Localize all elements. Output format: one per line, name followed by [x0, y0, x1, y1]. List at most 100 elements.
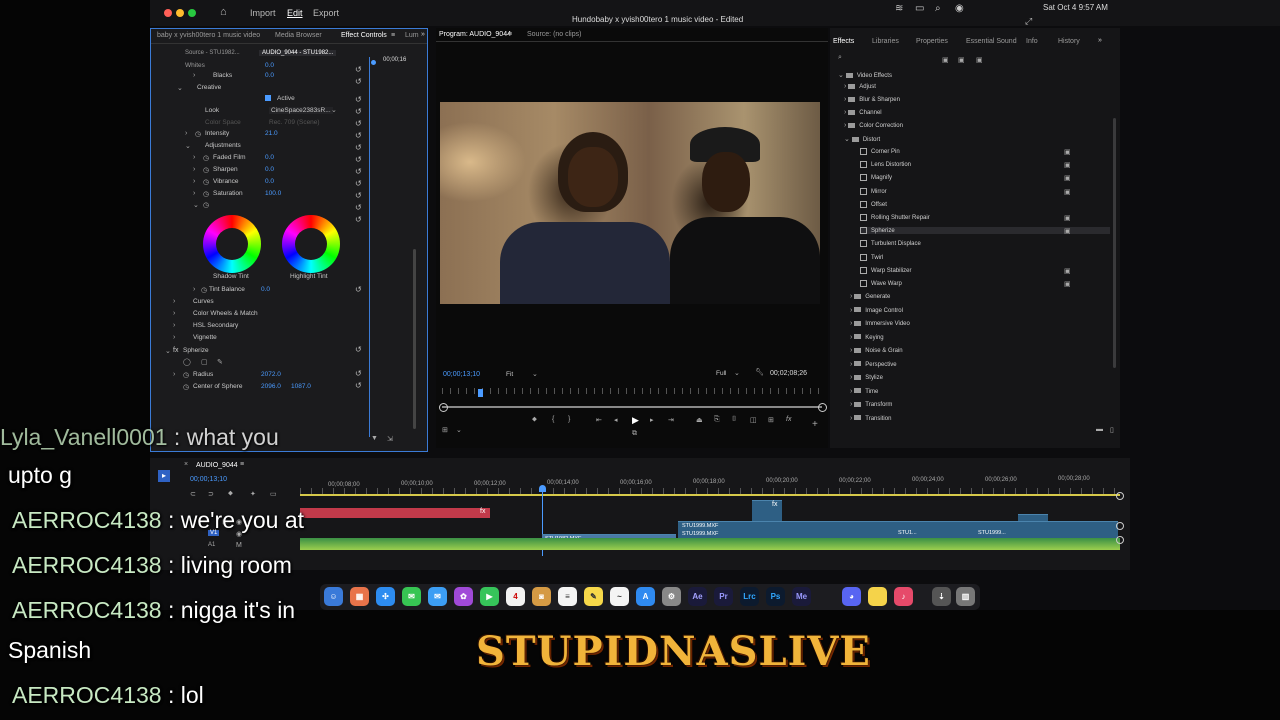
- stopwatch-icon[interactable]: ◷: [203, 178, 209, 186]
- folder-immersive-video[interactable]: › Immersive Video: [850, 320, 910, 327]
- battery-icon[interactable]: ▭: [915, 3, 924, 14]
- settings-icon[interactable]: ⊞: [442, 426, 448, 434]
- launchpad-icon[interactable]: ▦: [350, 587, 369, 606]
- expand-icon[interactable]: ›: [193, 72, 195, 79]
- step-back-icon[interactable]: ◂: [614, 416, 618, 424]
- shadow-tint-wheel[interactable]: [203, 215, 261, 273]
- zoom-scrollbar[interactable]: [442, 406, 822, 408]
- reset-icon[interactable]: ↺: [355, 167, 362, 176]
- center-y-value[interactable]: 1087.0: [291, 383, 311, 390]
- effect-mirror[interactable]: Mirror ▣: [860, 187, 1110, 196]
- section-curves[interactable]: Curves: [193, 298, 214, 305]
- panel-menu-icon[interactable]: ≡: [508, 31, 512, 38]
- timeline-scroll-handle[interactable]: [1116, 492, 1124, 500]
- go-to-out-icon[interactable]: ⇥: [668, 416, 674, 424]
- wifi-icon[interactable]: ≋: [895, 3, 903, 14]
- tab-properties[interactable]: Properties: [916, 38, 948, 45]
- reset-icon[interactable]: ↺: [355, 131, 362, 140]
- downloads-icon[interactable]: ⇣: [932, 587, 951, 606]
- menu-import[interactable]: Import: [250, 8, 276, 18]
- folder-keying[interactable]: › Keying: [850, 334, 884, 341]
- reset-icon[interactable]: ↺: [355, 65, 362, 74]
- section-creative[interactable]: Creative: [197, 84, 221, 91]
- active-checkbox[interactable]: [265, 95, 271, 101]
- effect-corner-pin[interactable]: Corner Pin ▣: [860, 148, 1110, 156]
- section-vignette[interactable]: Vignette: [193, 334, 217, 341]
- spherize-label[interactable]: Spherize: [183, 347, 209, 354]
- quality-chevron-icon[interactable]: ⌄: [734, 369, 740, 377]
- tab-program[interactable]: Program: AUDIO_9044: [439, 31, 511, 38]
- accelerated-effects-icon[interactable]: ▣: [942, 56, 949, 64]
- center-x-value[interactable]: 2096.0: [261, 383, 281, 390]
- folder-adjust[interactable]: › Adjust: [844, 83, 876, 90]
- settings-chevron-icon[interactable]: ⌄: [456, 426, 462, 434]
- tab-effect-controls[interactable]: Effect Controls: [341, 32, 387, 39]
- more-tabs-icon[interactable]: »: [421, 31, 425, 38]
- radius-value[interactable]: 2072.0: [261, 371, 281, 378]
- folder-blur-sharpen[interactable]: › Blur & Sharpen: [844, 96, 900, 103]
- folder-perspective[interactable]: › Perspective: [850, 361, 897, 368]
- folder-distort[interactable]: ⌄ Distort: [844, 135, 880, 143]
- playhead[interactable]: [478, 389, 483, 397]
- stopwatch-icon[interactable]: ◷: [183, 383, 189, 391]
- 32bit-effects-icon[interactable]: ▣: [958, 56, 965, 64]
- folder-channel[interactable]: › Channel: [844, 109, 882, 116]
- stopwatch-icon[interactable]: ◷: [203, 190, 209, 198]
- media-encoder-icon[interactable]: Me: [792, 587, 811, 606]
- fit-chevron-icon[interactable]: ⌄: [532, 370, 538, 378]
- folder-video-effects[interactable]: ⌄ Video Effects: [838, 71, 892, 79]
- highlight-tint-wheel[interactable]: [282, 215, 340, 273]
- effect-lens-distortion[interactable]: Lens Distortion ▣: [860, 161, 1110, 169]
- time-ruler[interactable]: [442, 388, 822, 394]
- search-icon[interactable]: ⌕: [935, 3, 941, 14]
- effect-wave-warp[interactable]: Wave Warp ▣: [860, 280, 1110, 288]
- tab-source[interactable]: Source: (no clips): [527, 31, 581, 38]
- reset-icon[interactable]: ↺: [355, 95, 362, 104]
- expand-icon[interactable]: ›: [193, 178, 195, 185]
- yuv-effects-icon[interactable]: ▣: [976, 56, 983, 64]
- source-label[interactable]: Source - STU1982...: [185, 50, 240, 56]
- expand-icon[interactable]: ›: [185, 130, 187, 137]
- tab-lumetri[interactable]: Lum: [405, 32, 419, 39]
- pen-mask-icon[interactable]: ✎: [217, 358, 223, 366]
- reset-icon[interactable]: ↺: [355, 77, 362, 86]
- faded-film-value[interactable]: 0.0: [265, 154, 274, 161]
- captions-icon[interactable]: ▭: [270, 490, 277, 498]
- premiere-pro-icon[interactable]: Pr: [714, 587, 733, 606]
- after-effects-icon[interactable]: Ae: [688, 587, 707, 606]
- contacts-icon[interactable]: ◙: [532, 587, 551, 606]
- minimize-window-icon[interactable]: [176, 9, 184, 17]
- discord-icon[interactable]: ◕: [842, 587, 861, 606]
- reset-icon[interactable]: ↺: [355, 369, 362, 378]
- tab-effects[interactable]: Effects: [833, 38, 854, 45]
- expand-icon[interactable]: ›: [173, 371, 175, 378]
- effect-turbulent-displace[interactable]: Turbulent Displace: [860, 240, 1110, 247]
- collapse-icon[interactable]: ⌄: [165, 347, 171, 355]
- timeline-scroll-handle[interactable]: [1116, 536, 1124, 544]
- facetime-icon[interactable]: ▶: [480, 587, 499, 606]
- add-marker-icon[interactable]: ⬥: [532, 416, 537, 424]
- app-store-icon[interactable]: A: [636, 587, 655, 606]
- clip-label[interactable]: AUDIO_9044 - STU1982...: [259, 50, 337, 56]
- ellipse-mask-icon[interactable]: ◯: [183, 358, 191, 366]
- expand-icon[interactable]: ›: [193, 166, 195, 173]
- more-tabs-icon[interactable]: »: [1098, 37, 1102, 44]
- stopwatch-icon[interactable]: ◷: [203, 154, 209, 162]
- reset-icon[interactable]: ↺: [355, 345, 362, 354]
- current-timecode[interactable]: 00;00;13;10: [443, 371, 480, 378]
- rect-mask-icon[interactable]: ▢: [201, 358, 208, 366]
- expand-icon[interactable]: ›: [173, 334, 175, 341]
- zoom-handle-right[interactable]: [818, 403, 827, 412]
- folder-generate[interactable]: › Generate: [850, 293, 890, 300]
- lift-icon[interactable]: ⏏: [696, 416, 703, 424]
- photoshop-icon[interactable]: Ps: [766, 587, 785, 606]
- zoom-window-icon[interactable]: [188, 9, 196, 17]
- trash-icon[interactable]: ▥: [956, 587, 975, 606]
- wrench-icon[interactable]: 🔧︎: [755, 368, 764, 376]
- row-whites-value[interactable]: 0.0: [265, 62, 274, 69]
- reminders-icon[interactable]: ≡: [558, 587, 577, 606]
- proxy-icon[interactable]: ⊞: [768, 416, 774, 424]
- tab-essential-sound[interactable]: Essential Sound: [966, 38, 1017, 45]
- tab-history[interactable]: History: [1058, 38, 1080, 45]
- mark-out-icon[interactable]: }: [568, 416, 570, 423]
